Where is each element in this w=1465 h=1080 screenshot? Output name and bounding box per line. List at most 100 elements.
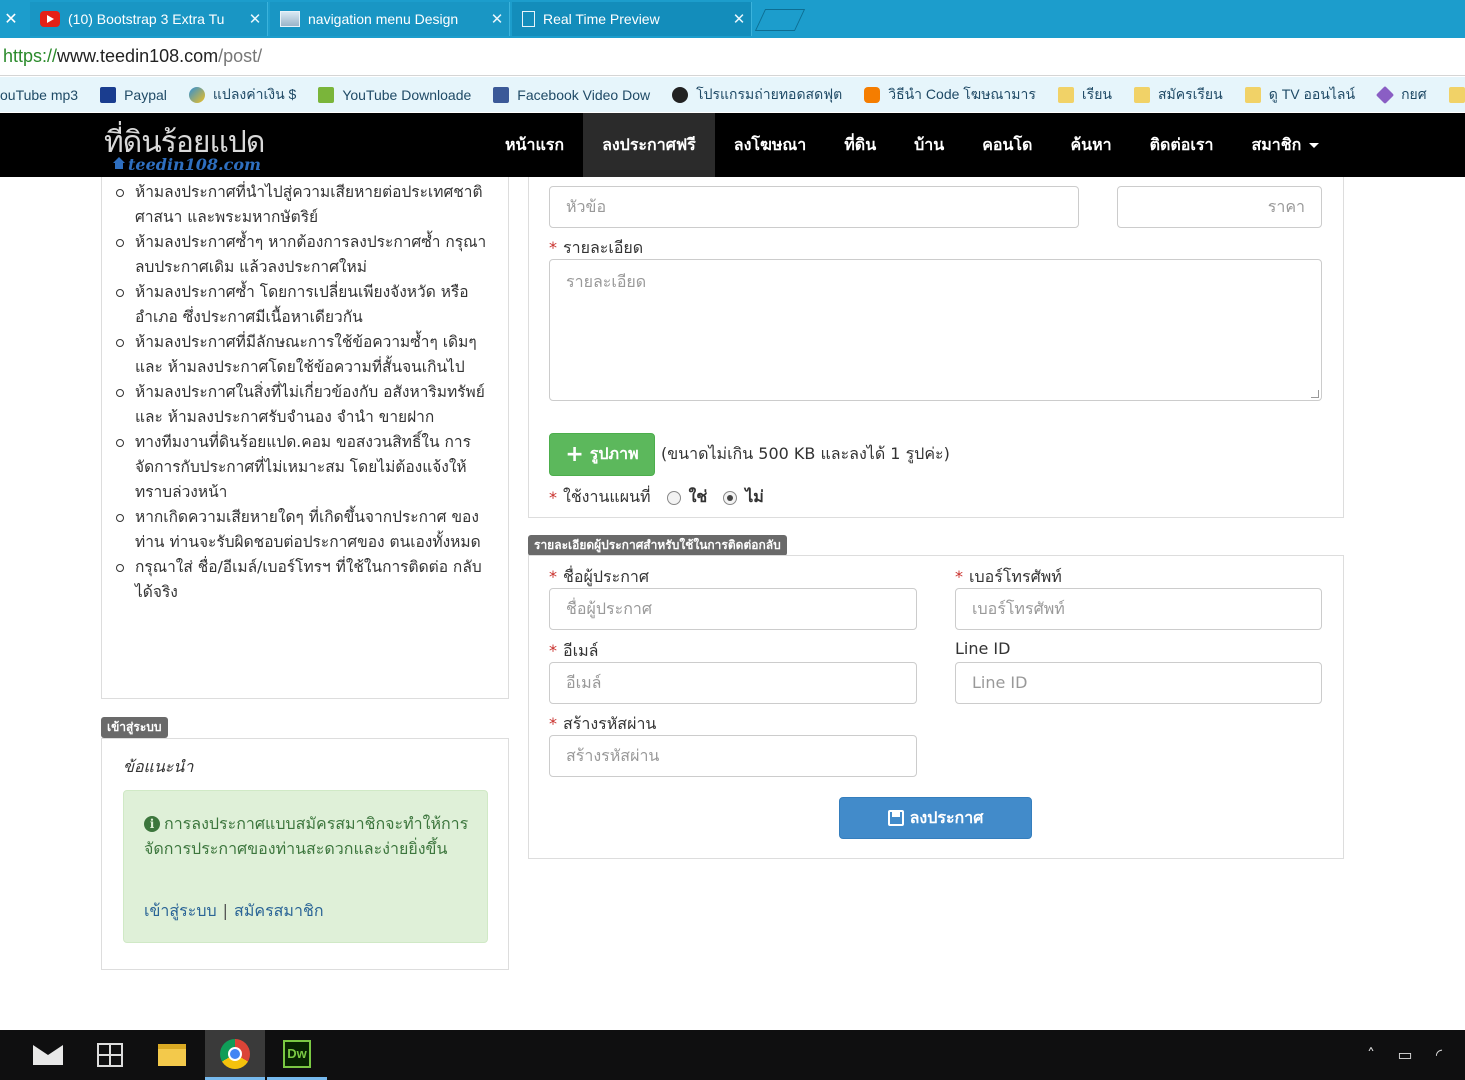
url-text[interactable]: https://www.teedin108.com/post/ xyxy=(3,46,262,67)
password-input[interactable]: สร้างรหัสผ่าน xyxy=(549,735,917,777)
file-explorer-button[interactable] xyxy=(142,1030,202,1080)
email-input[interactable]: อีเมล์ xyxy=(549,662,917,704)
bookmark-folder[interactable]: เรียน xyxy=(1057,84,1112,106)
bookmark-item[interactable]: โปรแกรมถ่ายทอดสดฟุต xyxy=(672,84,842,106)
tab-close-icon[interactable]: ✕ xyxy=(243,10,267,28)
wifi-icon[interactable]: ◜ xyxy=(1429,1045,1449,1065)
browser-tab[interactable]: navigation menu Design ✕ xyxy=(270,2,510,36)
contact-badge: รายละเอียดผู้ประกาศสำหรับใช้ในการติดต่อก… xyxy=(528,535,787,556)
mail-icon xyxy=(33,1045,63,1065)
advice-message: i การลงประกาศแบบสมัครสมาชิกจะทำให้การจัดก… xyxy=(144,814,469,858)
info-icon: i xyxy=(144,816,160,832)
browser-tab[interactable]: (10) Bootstrap 3 Extra Tu ✕ xyxy=(30,2,268,36)
map-no-label[interactable]: ไม่ xyxy=(745,485,764,510)
menu-item-home[interactable]: หน้าแรก xyxy=(486,113,583,177)
browser-tab-active[interactable]: Real Time Preview ✕ xyxy=(512,2,752,36)
submit-post-button[interactable]: ลงประกาศ xyxy=(839,797,1032,839)
bookmarks-bar: ouTube mp3 Paypal แปลงค่าเงิน $ YouTube … xyxy=(0,77,1465,112)
close-icon[interactable]: ✕ xyxy=(0,0,22,38)
tab-close-icon[interactable]: ✕ xyxy=(727,10,751,28)
phone-label: * เบอร์โทรศัพท์ xyxy=(955,567,1062,586)
add-photo-button[interactable]: + รูปภาพ xyxy=(549,433,655,476)
link-separator: | xyxy=(222,901,229,920)
bookmark-item[interactable]: ouTube mp3 xyxy=(0,87,78,103)
tab-title: Real Time Preview xyxy=(543,11,660,27)
store-app-button[interactable] xyxy=(80,1030,140,1080)
password-label: * สร้างรหัสผ่าน xyxy=(549,714,657,733)
advice-title: ข้อแนะนำ xyxy=(123,757,194,776)
rule-item: ห้ามลงประกาศที่มีลักษณะการใช้ข้อความซ้ำๆ… xyxy=(113,330,493,380)
price-input[interactable]: ราคา xyxy=(1117,186,1322,228)
youtube-icon xyxy=(40,11,60,27)
photo-size-note: (ขนาดไม่เกิน 500 KB และลงได้ 1 รูปค่ะ) xyxy=(661,444,950,463)
folder-icon xyxy=(1244,86,1261,103)
bookmark-item[interactable]: แปลงค่าเงิน $ xyxy=(188,84,296,106)
map-yes-label[interactable]: ใช่ xyxy=(689,485,708,510)
browser-tabstrip: ✕ (10) Bootstrap 3 Extra Tu ✕ navigation… xyxy=(0,0,1465,38)
document-icon xyxy=(522,11,535,27)
system-tray: ˄ ▭ ◜ xyxy=(1361,1045,1449,1065)
menu-item-member[interactable]: สมาชิก xyxy=(1232,113,1338,177)
exchange-icon xyxy=(188,86,205,103)
bookmark-item[interactable]: กยศ xyxy=(1376,84,1427,106)
phone-input[interactable]: เบอร์โทรศัพท์ xyxy=(955,588,1322,630)
bookmark-folder[interactable]: ดู TV ออนไลน์ xyxy=(1244,84,1355,106)
download-icon xyxy=(318,86,335,103)
line-id-label: Line ID xyxy=(955,639,1011,658)
menu-item-search[interactable]: ค้นหา xyxy=(1051,113,1130,177)
menu-item-house[interactable]: บ้าน xyxy=(895,113,963,177)
rule-item: ห้ามลงประกาศซ้ำ โดยการเปลี่ยนเพียงจังหวั… xyxy=(113,280,493,330)
main-menu: หน้าแรก ลงประกาศฟรี ลงโฆษณา ที่ดิน บ้าน … xyxy=(486,113,1338,177)
title-input[interactable]: หัวข้อ xyxy=(549,186,1079,228)
map-label: ใช้งานแผนที่ xyxy=(563,487,651,506)
line-id-input[interactable]: Line ID xyxy=(955,662,1322,704)
advice-alert: i การลงประกาศแบบสมัครสมาชิกจะทำให้การจัดก… xyxy=(123,790,488,943)
bookmark-folder[interactable] xyxy=(1448,86,1465,103)
bookmark-item[interactable]: วิธีนำ Code โฆษณามาร xyxy=(864,84,1036,106)
rule-item: ห้ามลงประกาศซ้ำๆ หากต้องการลงประกาศซ้ำ ก… xyxy=(113,230,493,280)
mail-app-button[interactable] xyxy=(18,1030,78,1080)
chevron-up-icon[interactable]: ˄ xyxy=(1361,1045,1381,1065)
resize-handle[interactable] xyxy=(1311,390,1319,398)
house-icon xyxy=(113,157,125,169)
store-icon xyxy=(97,1043,123,1067)
new-tab-button[interactable] xyxy=(754,9,806,31)
chevron-down-icon xyxy=(1309,143,1320,148)
map-no-radio[interactable] xyxy=(723,490,738,505)
chrome-app-button[interactable] xyxy=(205,1030,265,1080)
rules-list: ห้ามลงประกาศที่นำไปสู่ความเสียหายต่อประเ… xyxy=(113,180,493,605)
dreamweaver-app-button[interactable]: Dw xyxy=(267,1030,327,1080)
site-navbar: ที่ดินร้อยแปด teedin108.com หน้าแรก ลงปร… xyxy=(0,113,1465,177)
menu-item-land[interactable]: ที่ดิน xyxy=(825,113,895,177)
folder-icon xyxy=(1448,86,1465,103)
map-yes-radio[interactable] xyxy=(666,490,681,505)
bookmark-folder[interactable]: สมัครเรียน xyxy=(1133,84,1223,106)
register-link[interactable]: สมัครสมาชิก xyxy=(234,901,323,920)
detail-label: * รายละเอียด xyxy=(549,238,644,257)
bookmark-item[interactable]: Paypal xyxy=(100,86,167,103)
rule-item: ทางทีมงานที่ดินร้อยแปด.คอม ขอสงวนสิทธิ์ใ… xyxy=(113,430,493,505)
login-badge: เข้าสู่ระบบ xyxy=(101,717,168,738)
plus-icon: + xyxy=(565,442,584,467)
name-label: * ชื่อผู้ประกาศ xyxy=(549,567,650,586)
image-icon xyxy=(280,11,300,27)
bookmark-item[interactable]: YouTube Downloade xyxy=(318,86,471,103)
menu-item-advertise[interactable]: ลงโฆษณา xyxy=(715,113,825,177)
rule-item: ห้ามลงประกาศที่นำไปสู่ความเสียหายต่อประเ… xyxy=(113,180,493,230)
menu-item-contact[interactable]: ติดต่อเรา xyxy=(1131,113,1233,177)
folder-icon xyxy=(1057,86,1074,103)
address-bar[interactable]: https://www.teedin108.com/post/ xyxy=(0,38,1465,76)
folder-icon xyxy=(158,1044,186,1066)
menu-item-condo[interactable]: คอนโด xyxy=(963,113,1051,177)
login-link[interactable]: เข้าสู่ระบบ xyxy=(144,901,217,920)
bookmark-item[interactable]: Facebook Video Dow xyxy=(493,86,650,103)
name-input[interactable]: ชื่อผู้ประกาศ xyxy=(549,588,917,630)
advice-links: เข้าสู่ระบบ | สมัครสมาชิก xyxy=(144,899,324,924)
rule-item: ห้ามลงประกาศในสิ่งที่ไม่เกี่ยวข้องกับ อส… xyxy=(113,380,493,430)
rule-item: หากเกิดความเสียหายใดๆ ที่เกิดขึ้นจากประก… xyxy=(113,505,493,555)
tab-close-icon[interactable]: ✕ xyxy=(485,10,509,28)
dreamweaver-icon: Dw xyxy=(283,1039,311,1068)
battery-icon[interactable]: ▭ xyxy=(1395,1045,1415,1065)
detail-textarea[interactable]: รายละเอียด xyxy=(549,259,1322,401)
menu-item-post-free[interactable]: ลงประกาศฟรี xyxy=(583,113,715,177)
